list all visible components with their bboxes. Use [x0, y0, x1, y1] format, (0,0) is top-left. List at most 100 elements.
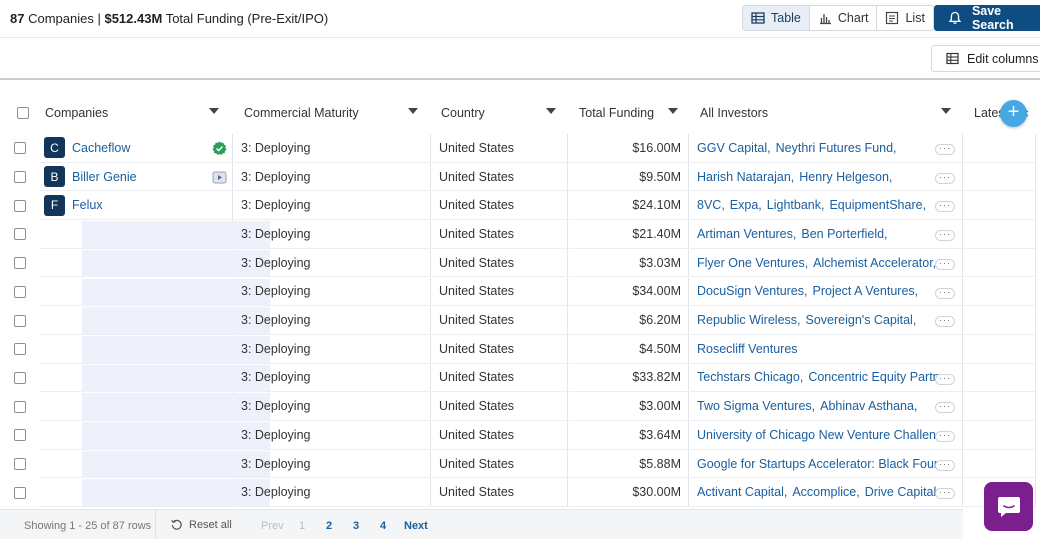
bar-chart-icon	[819, 14, 831, 25]
column-header-commercial-maturity[interactable]: Commercial Maturity	[244, 95, 422, 131]
investors-cell: 8VC, Expa, Lightbank, EquipmentShare, ···	[690, 191, 963, 221]
more-investors-button[interactable]: ···	[935, 230, 955, 242]
investor-link[interactable]: Artiman Ventures,	[697, 227, 796, 241]
reset-all-button[interactable]: Reset all	[170, 518, 232, 531]
investor-link[interactable]: DocuSign Ventures,	[697, 284, 808, 298]
more-investors-button[interactable]: ···	[935, 287, 955, 299]
more-investors-button[interactable]: ···	[935, 488, 955, 500]
chevron-down-icon[interactable]	[209, 108, 219, 114]
column-header-all-investors[interactable]: All Investors	[700, 95, 956, 131]
investor-link[interactable]: Accomplice,	[792, 485, 859, 499]
chevron-down-icon[interactable]	[668, 108, 678, 114]
row-checkbox[interactable]	[14, 343, 26, 356]
table-row[interactable]: 3: Deploying United States $34.00M DocuSign…	[0, 277, 1040, 307]
table-row[interactable]: 3: Deploying United States $4.50M Rosecliff…	[0, 334, 1040, 364]
chevron-down-icon[interactable]	[546, 108, 556, 114]
investor-link[interactable]: Flyer One Ventures,	[697, 256, 808, 270]
more-investors-button[interactable]: ···	[935, 373, 955, 385]
table-row[interactable]: B Biller Genie 3: Deploying United States $9…	[0, 162, 1040, 192]
chevron-down-icon[interactable]	[941, 108, 951, 114]
more-investors-button[interactable]: ···	[935, 316, 955, 328]
row-checkbox[interactable]	[14, 429, 26, 442]
latest-cell	[964, 162, 1036, 192]
row-checkbox[interactable]	[14, 400, 26, 413]
investor-link[interactable]: Abhinav Asthana,	[820, 399, 917, 413]
investor-link[interactable]: Drive Capital,	[865, 485, 939, 499]
row-checkbox[interactable]	[14, 285, 26, 298]
investor-link[interactable]: Expa,	[730, 198, 762, 212]
save-search-label: Save Search	[971, 4, 1014, 32]
table-row[interactable]: 3: Deploying United States $6.20M Republic …	[0, 306, 1040, 335]
more-investors-button[interactable]: ···	[935, 201, 955, 213]
row-checkbox[interactable]	[14, 228, 26, 241]
table-row[interactable]: 3: Deploying United States $3.00M Two Sigma…	[0, 392, 1040, 421]
page-4-button[interactable]: 4	[380, 520, 386, 532]
investor-link[interactable]: Techstars Chicago,	[697, 370, 803, 384]
investor-link[interactable]: Rosecliff Ventures	[697, 342, 798, 356]
more-investors-button[interactable]: ···	[935, 144, 955, 155]
table-row[interactable]: F Felux 3: Deploying United States $24.10M 8V…	[0, 191, 1040, 221]
investor-link[interactable]: Neythri Futures Fund,	[776, 141, 897, 155]
prev-page-button[interactable]: Prev	[261, 520, 284, 532]
company-name-link[interactable]: Biller Genie	[72, 170, 137, 184]
company-name-link[interactable]: Cacheflow	[72, 141, 130, 155]
country-cell: United States	[432, 191, 568, 221]
table-row[interactable]: 3: Deploying United States $3.64M Universit…	[0, 421, 1040, 450]
more-investors-button[interactable]: ···	[935, 258, 955, 270]
row-checkbox[interactable]	[14, 171, 26, 184]
investor-link[interactable]: Republic Wireless,	[697, 313, 801, 327]
page-2-button[interactable]: 2	[326, 520, 332, 532]
row-checkbox[interactable]	[14, 257, 26, 270]
more-investors-button[interactable]: ···	[935, 431, 955, 442]
row-checkbox[interactable]	[14, 458, 26, 471]
add-column-button[interactable]: +	[1000, 100, 1027, 127]
edit-columns-button[interactable]: Edit columns	[931, 45, 1040, 72]
column-header-companies[interactable]: Companies	[45, 95, 223, 131]
investor-link[interactable]: Activant Capital,	[697, 485, 787, 499]
column-header-total-funding[interactable]: Total Funding	[579, 95, 683, 131]
investor-link[interactable]: Google for Startups Accelerator: Black F…	[697, 457, 939, 471]
investor-link[interactable]: 8VC,	[697, 198, 725, 212]
table-row[interactable]: 3: Deploying United States $3.03M Flyer One…	[0, 248, 1040, 278]
next-page-button[interactable]: Next	[404, 520, 428, 532]
investor-link[interactable]: Project A Ventures,	[813, 284, 919, 298]
select-all-checkbox[interactable]	[17, 107, 29, 119]
commercial-maturity-cell: 3: Deploying	[234, 421, 431, 450]
investor-link[interactable]: Sovereign's Capital,	[806, 313, 917, 327]
investor-link[interactable]: University of Chicago New Venture Challe…	[697, 428, 939, 442]
table-row[interactable]: 3: Deploying United States $30.00M Activant…	[0, 478, 1040, 508]
table-row[interactable]: C Cacheflow 3: Deploying United States $16.0…	[0, 134, 1040, 163]
page-1-button[interactable]: 1	[299, 520, 305, 532]
investor-link[interactable]: Two Sigma Ventures,	[697, 399, 815, 413]
investor-link[interactable]: Harish Natarajan,	[697, 170, 794, 184]
chevron-down-icon[interactable]	[408, 108, 418, 114]
chat-button[interactable]	[984, 482, 1033, 531]
list-view-label: List	[905, 11, 925, 25]
investor-link[interactable]: Ben Porterfield,	[801, 227, 887, 241]
page-3-button[interactable]: 3	[353, 520, 359, 532]
row-checkbox[interactable]	[14, 486, 26, 499]
row-checkbox[interactable]	[14, 371, 26, 384]
company-name-link[interactable]: Felux	[72, 198, 103, 212]
column-header-country[interactable]: Country	[441, 95, 561, 131]
investor-link[interactable]: Concentric Equity Partners,	[808, 370, 939, 384]
row-checkbox[interactable]	[14, 314, 26, 327]
row-checkbox[interactable]	[14, 199, 26, 212]
investor-link[interactable]: GGV Capital,	[697, 141, 771, 155]
table-row[interactable]: 3: Deploying United States $21.40M Artiman …	[0, 220, 1040, 249]
chart-view-button[interactable]: Chart	[809, 6, 878, 30]
more-investors-button[interactable]: ···	[935, 172, 955, 184]
table-row[interactable]: 3: Deploying United States $5.88M Google fo…	[0, 449, 1040, 479]
more-investors-button[interactable]: ···	[935, 402, 955, 414]
table-row[interactable]: 3: Deploying United States $33.82M Techstar…	[0, 363, 1040, 393]
investor-link[interactable]: EquipmentShare,	[829, 198, 926, 212]
investor-link[interactable]: Henry Helgeson,	[799, 170, 892, 184]
investor-link[interactable]: Lightbank,	[767, 198, 825, 212]
investors-cell: Activant Capital, Accomplice, Drive Capita…	[690, 478, 963, 508]
more-investors-button[interactable]: ···	[935, 459, 955, 471]
list-view-button[interactable]: List	[877, 6, 933, 30]
row-checkbox[interactable]	[14, 142, 26, 155]
table-view-button[interactable]: Table	[743, 6, 810, 30]
investor-link[interactable]: Alchemist Accelerator,	[813, 256, 936, 270]
save-search-button[interactable]: Save Search	[934, 4, 1040, 32]
